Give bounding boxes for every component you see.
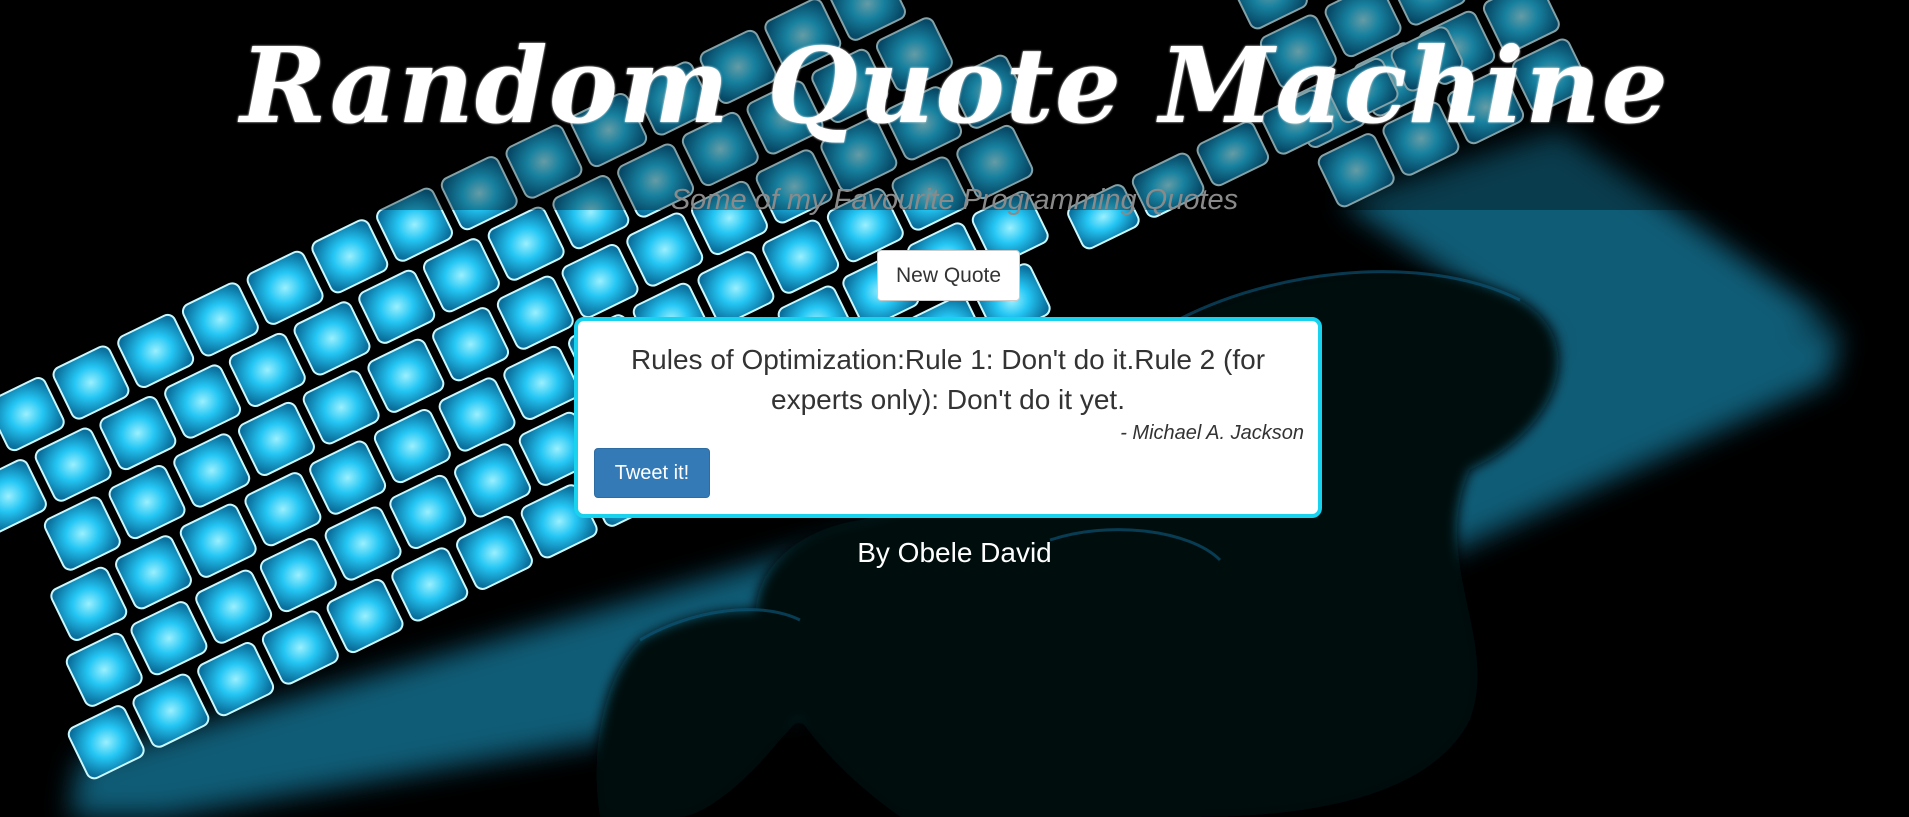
quote-card: Rules of Optimization:Rule 1: Don't do i… — [574, 317, 1322, 518]
new-quote-button[interactable]: New Quote — [877, 250, 1020, 301]
author-credit: By Obele David — [857, 537, 1052, 568]
page-title: Random Quote Machine — [240, 24, 1669, 147]
tweet-button[interactable]: Tweet it! — [594, 448, 710, 498]
quote-author: - Michael A. Jackson — [1120, 422, 1304, 444]
page-subtitle: Some of my Favourite Programming Quotes — [670, 184, 1239, 216]
quote-text: Rules of Optimization:Rule 1: Don't do i… — [630, 344, 1266, 415]
